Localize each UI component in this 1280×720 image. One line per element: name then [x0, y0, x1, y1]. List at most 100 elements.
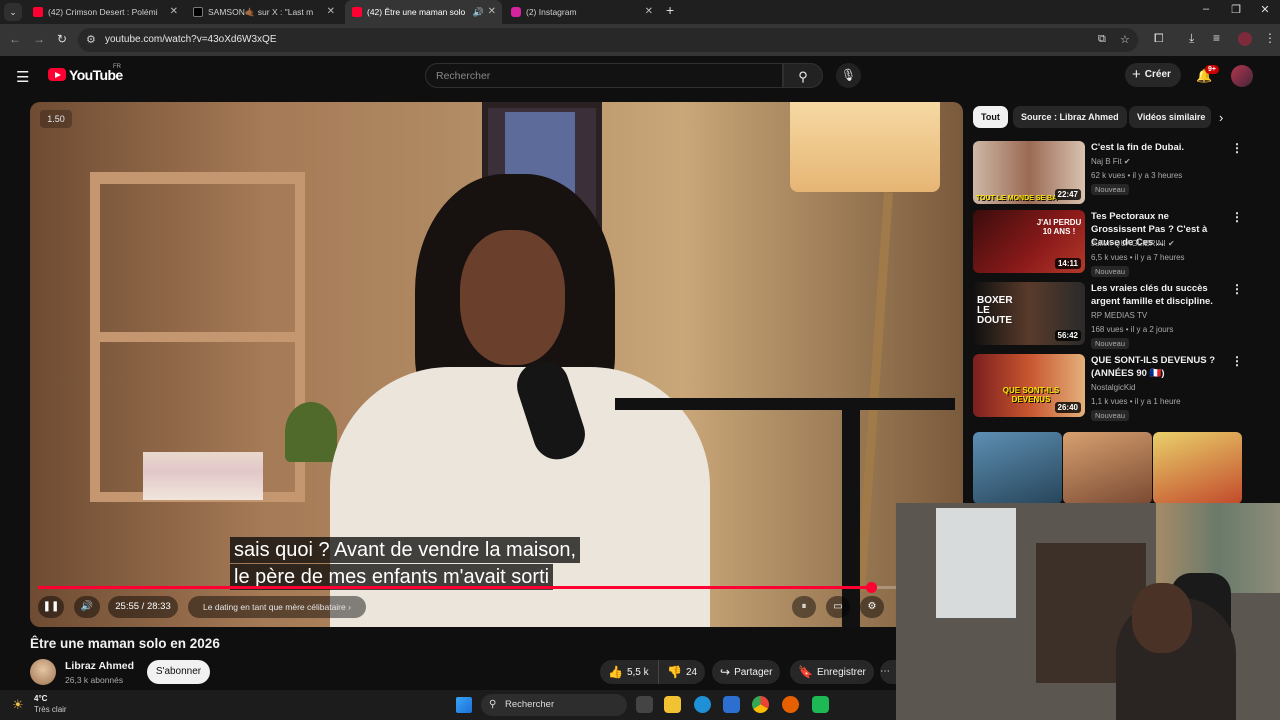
chevron-right-icon[interactable]: ›: [1219, 110, 1223, 125]
app-icon[interactable]: [812, 696, 829, 713]
voice-search-button[interactable]: 🎙: [836, 63, 861, 88]
browser-tab-4[interactable]: (2) Instagram ✕: [504, 0, 659, 24]
tab-close-icon[interactable]: ✕: [327, 0, 335, 24]
shorts-thumbnail[interactable]: [1063, 432, 1152, 504]
volume-icon: 🔊: [80, 601, 94, 612]
reload-icon[interactable]: ↻: [57, 32, 67, 46]
recommendation-item[interactable]: QUE SONT-ILS DEVENUS 26:40 QUE SONT-ILS …: [973, 354, 1273, 421]
recommendation-item[interactable]: J'AI PERDU 10 ANS ! 14:11 Tes Pectoraux …: [973, 210, 1273, 277]
tab-search-dropdown-icon[interactable]: ⌄: [4, 3, 22, 21]
tab-close-icon[interactable]: ✕: [170, 0, 178, 24]
microphone-icon: 🎙: [840, 68, 857, 82]
browser-toolbar: ← → ↻ ⚙ youtube.com/watch?v=43oXd6W3xQE …: [0, 24, 1280, 56]
recommendation-title[interactable]: QUE SONT-ILS DEVENUS ? (ANNÉES 90 🇫🇷): [1091, 354, 1219, 380]
search-input[interactable]: Rechercher: [425, 63, 783, 88]
pause-icon: ❚❚: [42, 601, 60, 612]
extensions-icon[interactable]: ⧠: [1154, 31, 1164, 46]
instagram-favicon-icon: [511, 7, 521, 17]
video-thumbnail[interactable]: J'AI PERDU 10 ANS ! 14:11: [973, 210, 1085, 273]
minimize-icon[interactable]: –: [1198, 3, 1214, 15]
channel-avatar[interactable]: [30, 659, 56, 685]
video-player[interactable]: 1.50 sais quoi ? Avant de vendre la mais…: [30, 102, 963, 627]
create-label: Créer: [1144, 69, 1171, 80]
windows-start-icon[interactable]: [456, 697, 472, 713]
more-options-icon[interactable]: ⋮: [1231, 141, 1243, 155]
account-avatar[interactable]: [1231, 65, 1253, 87]
more-options-icon[interactable]: ⋮: [1231, 354, 1243, 368]
like-button[interactable]: 👍 5,5 k: [600, 660, 659, 684]
autoplay-toggle[interactable]: ⏸: [792, 596, 816, 618]
new-tab-icon[interactable]: +: [666, 2, 674, 18]
recommendation-item[interactable]: TOUT LE MONDE SE BA 22:47 C'est la fin d…: [973, 141, 1273, 205]
recommendation-title[interactable]: Les vraies clés du succès argent famille…: [1091, 282, 1219, 308]
recommendation-title[interactable]: C'est la fin de Dubai.: [1091, 141, 1219, 154]
share-button[interactable]: ↪ Partager: [712, 660, 781, 684]
store-icon[interactable]: [723, 696, 740, 713]
shorts-thumbnail[interactable]: [973, 432, 1062, 504]
autoplay-icon: ⏸: [801, 601, 807, 612]
progress-bar[interactable]: [38, 582, 955, 593]
audio-playing-icon[interactable]: 🔊: [473, 0, 484, 24]
task-view-icon[interactable]: [636, 696, 653, 713]
recommendation-channel: RP MEDIAS TV: [1091, 311, 1148, 320]
reading-list-icon[interactable]: ≡: [1213, 31, 1220, 45]
install-app-icon[interactable]: ⧉: [1098, 33, 1106, 46]
channel-name[interactable]: Libraz Ahmed: [65, 660, 134, 672]
chip-similar[interactable]: Vidéos similaire: [1129, 106, 1211, 128]
more-actions-button[interactable]: ⋯: [880, 660, 896, 684]
pause-button[interactable]: ❚❚: [38, 596, 64, 618]
close-window-icon[interactable]: ✕: [1257, 3, 1273, 16]
maximize-icon[interactable]: ❐: [1228, 3, 1244, 16]
shorts-thumbnail[interactable]: [1153, 432, 1242, 504]
forward-icon[interactable]: →: [33, 32, 45, 46]
video-thumbnail[interactable]: TOUT LE MONDE SE BA 22:47: [973, 141, 1085, 204]
address-bar[interactable]: ⚙ youtube.com/watch?v=43oXd6W3xQE ⧉ ☆: [78, 28, 1138, 52]
country-code: FR: [113, 64, 121, 70]
volume-button[interactable]: 🔊: [74, 596, 100, 618]
tab-close-icon[interactable]: ✕: [645, 0, 653, 24]
firefox-icon[interactable]: [782, 696, 799, 713]
more-icon: ⋯: [880, 666, 890, 677]
menu-icon[interactable]: ☰: [16, 68, 29, 86]
site-info-icon[interactable]: ⚙: [86, 33, 96, 46]
downloads-icon[interactable]: ⤓: [1189, 31, 1194, 46]
browser-tab-1[interactable]: (42) Crimson Desert : Polémique ✕: [26, 0, 184, 24]
search-icon: ⚲: [489, 699, 497, 710]
tab-title: (42) Crimson Desert : Polémique: [48, 7, 158, 17]
video-thumbnail[interactable]: QUE SONT-ILS DEVENUS 26:40: [973, 354, 1085, 417]
recommendation-meta: 168 vues • il y a 2 jours: [1091, 325, 1174, 334]
browser-tab-3-active[interactable]: (42) Être une maman solo e 🔊 ✕: [345, 0, 502, 24]
chip-tout[interactable]: Tout: [973, 106, 1008, 128]
create-button[interactable]: + Créer: [1125, 63, 1181, 87]
save-button[interactable]: 🔖 Enregistrer: [790, 660, 874, 684]
recommendation-channel: NostalgicKid: [1091, 383, 1136, 392]
chrome-icon[interactable]: [752, 696, 769, 713]
more-options-icon[interactable]: ⋮: [1231, 210, 1243, 224]
file-explorer-icon[interactable]: [664, 696, 681, 713]
youtube-play-logo-icon: [48, 68, 66, 81]
browser-profile-avatar[interactable]: [1238, 32, 1252, 46]
bookmark-star-icon[interactable]: ☆: [1120, 33, 1130, 46]
search-button[interactable]: ⚲: [783, 63, 823, 88]
taskbar-search[interactable]: ⚲ Rechercher: [481, 694, 627, 716]
back-icon[interactable]: ←: [9, 32, 21, 46]
edge-icon[interactable]: [694, 696, 711, 713]
browser-menu-icon[interactable]: ⋮: [1264, 31, 1276, 45]
browser-tab-2[interactable]: SAMSON🤙🏾 sur X : "Last m ✕: [186, 0, 341, 24]
url-text: youtube.com/watch?v=43oXd6W3xQE: [105, 34, 277, 45]
recommendation-item[interactable]: BOXER LE DOUTE 56:42 Les vraies clés du …: [973, 282, 1273, 349]
notifications-badge: 9+: [1205, 65, 1219, 74]
weather-icon[interactable]: ☀: [12, 697, 24, 713]
tab-close-icon[interactable]: ✕: [488, 0, 496, 24]
progress-scrubber-handle[interactable]: [865, 582, 877, 593]
video-thumbnail[interactable]: BOXER LE DOUTE 56:42: [973, 282, 1085, 345]
dislike-button[interactable]: 👎 24: [658, 660, 706, 684]
settings-button[interactable]: ⚙: [860, 596, 884, 618]
subscribe-button[interactable]: S'abonner: [147, 660, 210, 684]
chapter-button[interactable]: Le dating en tant que mère célibataire ›: [188, 596, 366, 618]
more-options-icon[interactable]: ⋮: [1231, 282, 1243, 296]
chip-source[interactable]: Source : Libraz Ahmed: [1013, 106, 1127, 128]
video-duration: 22:47: [1054, 189, 1081, 200]
subtitles-button[interactable]: ▭: [826, 596, 850, 618]
dislike-count: 24: [685, 667, 698, 678]
